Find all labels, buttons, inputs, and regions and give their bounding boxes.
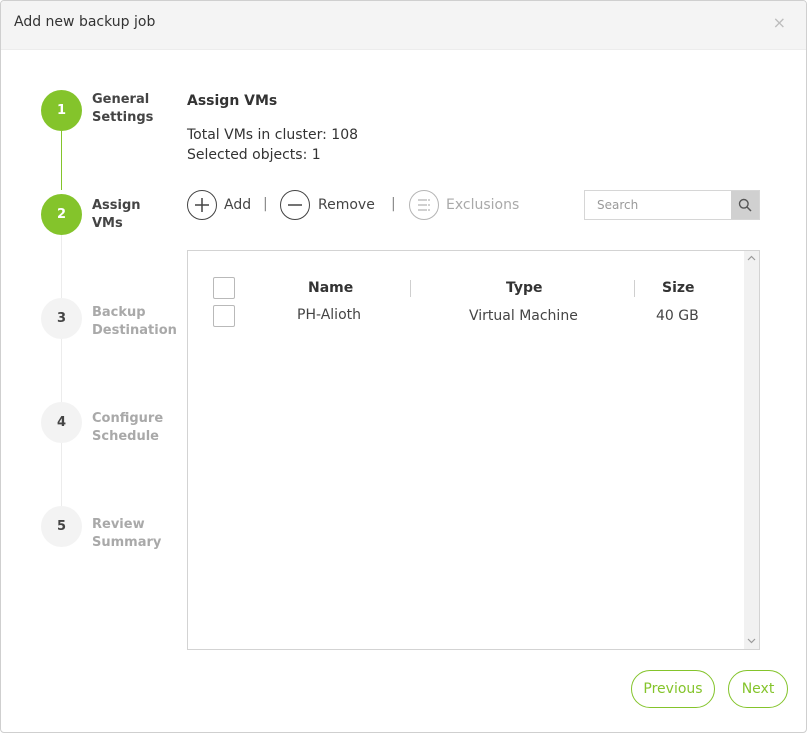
step-2-label-line2: VMs [92,216,123,231]
step-2-label[interactable]: Assign VMs [92,197,182,233]
column-divider[interactable] [410,280,411,297]
step-1-label[interactable]: General Settings [92,91,182,127]
step-1-indicator[interactable]: 1 [41,90,82,131]
select-all-checkbox[interactable] [213,277,235,299]
column-header-type[interactable]: Type [506,280,543,296]
close-icon[interactable]: × [773,15,786,31]
add-backup-job-dialog: Add new backup job × 1 General Settings … [0,0,807,733]
step-3-indicator[interactable]: 3 [41,298,82,339]
vertical-scrollbar[interactable] [744,251,759,649]
step-5-label[interactable]: Review Summary [92,516,182,552]
step-4-label-line1: Configure [92,411,164,426]
column-header-name[interactable]: Name [308,280,353,296]
row-checkbox[interactable] [213,305,235,327]
remove-button-label: Remove [318,197,375,213]
add-button[interactable]: Add [187,190,251,220]
exclusions-button[interactable]: Exclusions [409,190,519,220]
step-3-label-line1: Backup [92,305,146,320]
step-2-indicator[interactable]: 2 [41,194,82,235]
previous-button[interactable]: Previous [631,670,715,708]
total-vms-text: Total VMs in cluster: 108 [187,127,359,143]
scroll-up-arrow-icon[interactable] [747,254,756,264]
search-icon [738,198,752,212]
step-5-label-line1: Review [92,517,145,532]
next-button[interactable]: Next [728,670,788,708]
remove-button[interactable]: Remove [280,190,375,220]
step-2-label-line1: Assign [92,198,141,213]
scroll-down-arrow-icon[interactable] [747,637,756,647]
step-5-label-line2: Summary [92,535,162,550]
step-5-indicator[interactable]: 5 [41,506,82,547]
step-3-label-line2: Destination [92,323,177,338]
vm-table: Name Type Size PH-Alioth Virtual Machine… [187,250,760,650]
column-header-size[interactable]: Size [662,280,695,296]
selected-objects-text: Selected objects: 1 [187,147,321,163]
add-button-label: Add [224,197,252,213]
step-4-label[interactable]: Configure Schedule [92,410,182,446]
vm-name-cell: PH-Alioth [297,307,361,323]
step-3-label[interactable]: Backup Destination [92,304,182,340]
vm-type-cell: Virtual Machine [469,308,578,324]
step-connector-line [61,131,62,190]
dialog-header: Add new backup job × [1,1,806,50]
toolbar-separator: | [263,196,268,212]
minus-icon [280,190,310,220]
step-1-label-line1: General [92,92,150,107]
step-1-label-line2: Settings [92,110,154,125]
exclusions-list-icon [409,190,439,220]
search-box [584,190,760,220]
vm-size-cell: 40 GB [656,308,699,324]
plus-icon [187,190,217,220]
exclusions-button-label: Exclusions [446,197,520,213]
column-divider[interactable] [634,280,635,297]
search-button[interactable] [731,191,759,219]
search-input[interactable] [585,191,731,219]
toolbar-separator: | [391,196,396,212]
step-4-indicator[interactable]: 4 [41,402,82,443]
section-title: Assign VMs [187,93,278,109]
step-4-label-line2: Schedule [92,429,159,444]
dialog-title: Add new backup job [14,14,156,30]
